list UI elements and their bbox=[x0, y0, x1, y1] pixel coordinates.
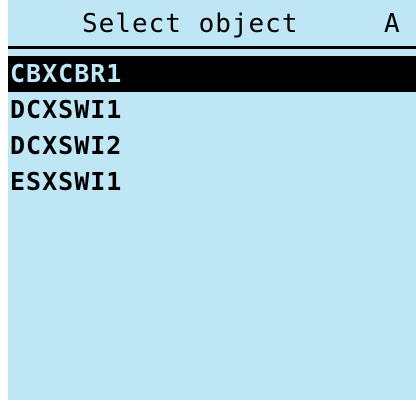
list-item-esxswi1[interactable]: ESXSWI1 bbox=[8, 164, 416, 200]
header: Select object A bbox=[8, 0, 416, 48]
list-item-dcxswi2[interactable]: DCXSWI2 bbox=[8, 128, 416, 164]
list-item-dcxswi1[interactable]: DCXSWI1 bbox=[8, 92, 416, 128]
object-list: CBXCBR1 DCXSWI1 DCXSWI2 ESXSWI1 bbox=[8, 56, 416, 200]
list-item-label: DCXSWI2 bbox=[10, 131, 123, 160]
header-divider bbox=[8, 46, 416, 49]
list-item-label: DCXSWI1 bbox=[10, 95, 123, 124]
list-item-cbxcbr1[interactable]: CBXCBR1 bbox=[8, 56, 416, 92]
lcd-screen: Select object A CBXCBR1 DCXSWI1 DCXSWI2 … bbox=[8, 0, 416, 400]
page-title: Select object bbox=[82, 9, 299, 39]
header-indicator: A bbox=[384, 9, 401, 39]
list-item-label: CBXCBR1 bbox=[10, 59, 123, 88]
list-item-label: ESXSWI1 bbox=[10, 167, 123, 196]
